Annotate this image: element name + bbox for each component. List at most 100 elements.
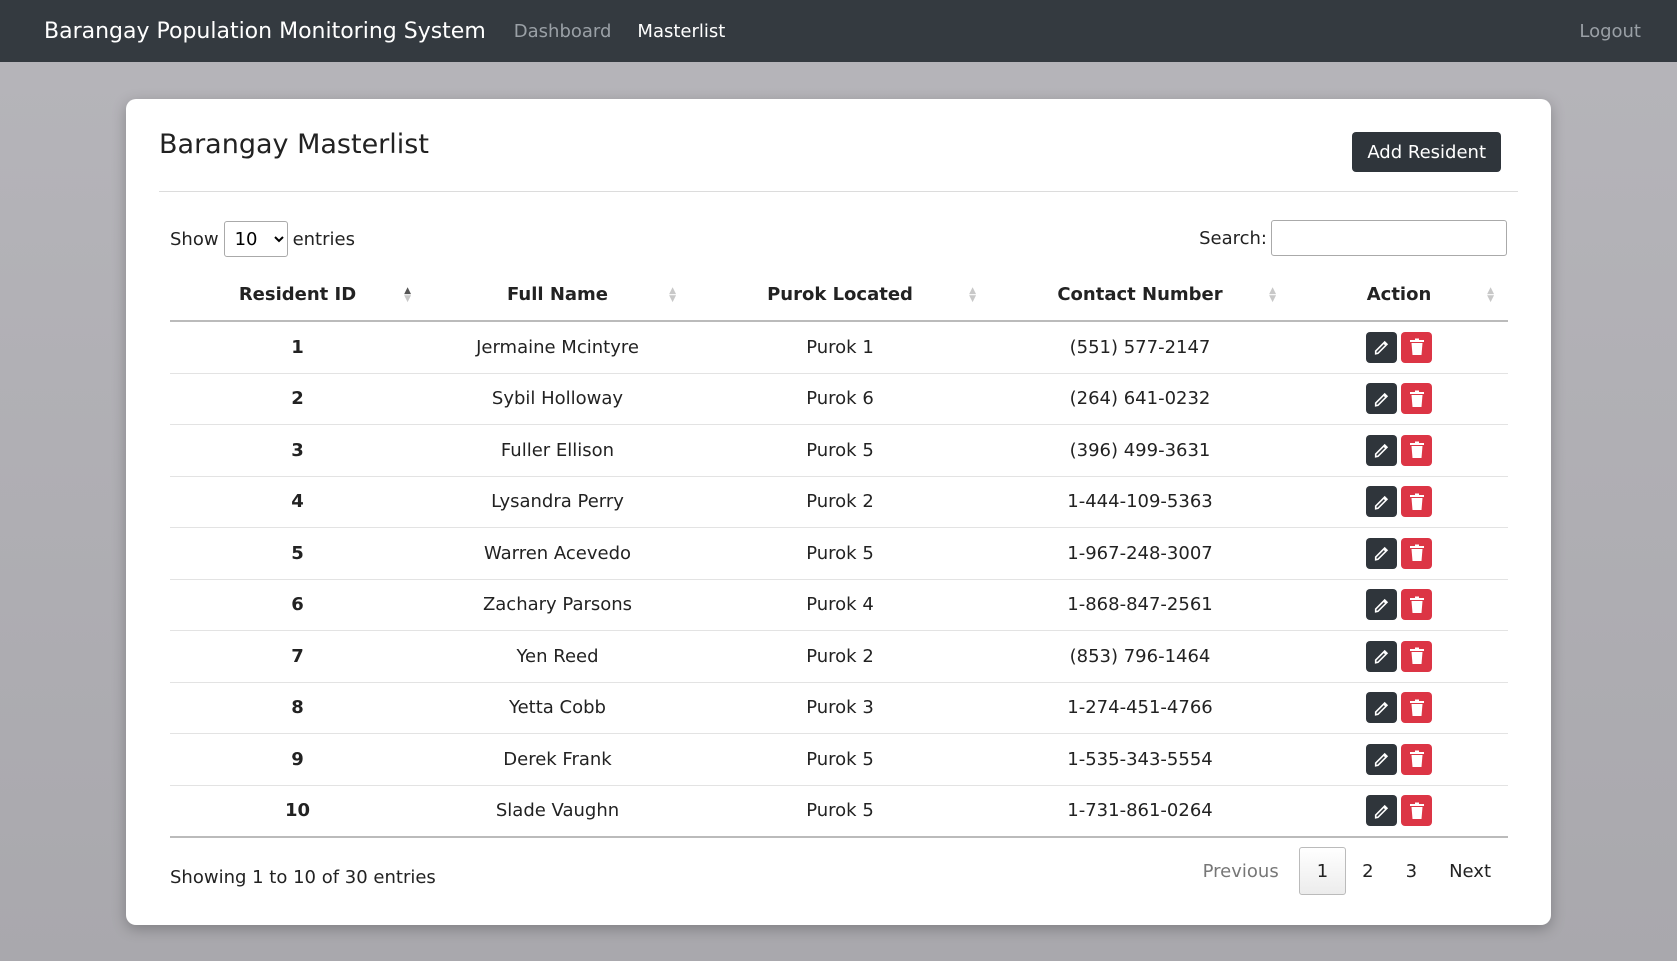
resident-id-cell: 3 [170,424,425,476]
delete-button[interactable] [1401,331,1432,363]
nav-dashboard[interactable]: Dashboard [514,21,612,42]
navbar: Barangay Population Monitoring System Da… [0,0,1677,62]
trash-icon [1409,750,1425,768]
col-contact[interactable]: Contact Number ▲ ▼ [990,269,1290,322]
purok-cell: Purok 5 [690,733,990,785]
pencil-icon [1373,544,1391,562]
edit-button[interactable] [1366,434,1397,466]
brand[interactable]: Barangay Population Monitoring System [44,19,486,44]
col-resident-id[interactable]: Resident ID ▲ ▼ [170,269,425,322]
contact-cell: 1-444-109-5363 [990,475,1290,528]
pagination: Previous 1 2 3 Next [1187,847,1507,895]
purok-cell: Purok 2 [690,630,990,682]
edit-button[interactable] [1366,589,1397,621]
logout-link[interactable]: Logout [1579,0,1641,62]
delete-button[interactable] [1401,383,1432,415]
full-name-cell: Sybil Holloway [425,372,690,425]
edit-button[interactable] [1366,640,1397,672]
full-name-cell: Fuller Ellison [425,424,690,476]
trash-icon [1409,544,1425,562]
delete-button[interactable] [1401,589,1432,621]
delete-button[interactable] [1401,692,1432,724]
page-2-button[interactable]: 2 [1346,848,1389,894]
purok-cell: Purok 2 [690,475,990,528]
contact-cell: 1-274-451-4766 [990,681,1290,734]
action-cell [1290,321,1508,373]
pencil-icon [1373,802,1391,820]
add-resident-button[interactable]: Add Resident [1352,132,1501,172]
edit-button[interactable] [1366,537,1397,569]
previous-button[interactable]: Previous [1187,848,1295,894]
trash-icon [1409,802,1425,820]
pencil-icon [1373,493,1391,511]
table-row: 6 Zachary Parsons Purok 4 1-868-847-2561 [170,578,1508,631]
resident-id-cell: 7 [170,630,425,682]
show-label: Show [170,228,219,250]
edit-button[interactable] [1366,383,1397,415]
col-full-name[interactable]: Full Name ▲ ▼ [425,269,690,322]
contact-cell: 1-868-847-2561 [990,578,1290,631]
action-cell [1290,681,1508,734]
delete-button[interactable] [1401,434,1432,466]
delete-button[interactable] [1401,743,1432,775]
col-action[interactable]: Action ▲ ▼ [1290,269,1508,322]
edit-button[interactable] [1366,331,1397,363]
pencil-icon [1373,441,1391,459]
resident-id-cell: 6 [170,578,425,631]
sort-icon: ▲ ▼ [1269,285,1276,304]
pencil-icon [1373,647,1391,665]
purok-cell: Purok 6 [690,372,990,425]
search-label: Search: [1199,227,1267,249]
action-cell [1290,527,1508,579]
trash-icon [1409,647,1425,665]
full-name-cell: Derek Frank [425,733,690,785]
entries-select[interactable]: 10 [223,221,288,257]
delete-button[interactable] [1401,486,1432,518]
table-row: 10 Slade Vaughn Purok 5 1-731-861-0264 [170,784,1508,838]
nav-masterlist[interactable]: Masterlist [637,21,725,42]
resident-id-cell: 5 [170,527,425,579]
purok-cell: Purok 5 [690,527,990,579]
residents-table: Resident ID ▲ ▼ Full Name ▲ ▼ Purok Located ▲… [170,269,1508,838]
masterlist-card: Barangay Masterlist Add Resident Show 10… [126,99,1551,925]
edit-button[interactable] [1366,486,1397,518]
full-name-cell: Slade Vaughn [425,784,690,838]
edit-button[interactable] [1366,795,1397,827]
col-purok[interactable]: Purok Located ▲ ▼ [690,269,990,322]
action-cell [1290,630,1508,682]
edit-button[interactable] [1366,743,1397,775]
trash-icon [1409,493,1425,511]
next-button[interactable]: Next [1433,848,1507,894]
table-row: 9 Derek Frank Purok 5 1-535-343-5554 [170,733,1508,785]
resident-id-cell: 9 [170,733,425,785]
resident-id-cell: 2 [170,372,425,425]
edit-button[interactable] [1366,692,1397,724]
purok-cell: Purok 5 [690,424,990,476]
trash-icon [1409,699,1425,717]
page-1-button[interactable]: 1 [1298,847,1347,895]
contact-cell: 1-535-343-5554 [990,733,1290,785]
contact-cell: (853) 796-1464 [990,630,1290,682]
resident-id-cell: 1 [291,336,304,358]
table-header-row: Resident ID ▲ ▼ Full Name ▲ ▼ Purok Located ▲… [170,269,1508,322]
table-row: 7 Yen Reed Purok 2 (853) 796-1464 [170,630,1508,682]
contact-cell: (551) 577-2147 [1069,336,1211,358]
sort-icon: ▲ ▼ [969,285,976,304]
resident-id-cell: 8 [170,681,425,734]
delete-button[interactable] [1401,795,1432,827]
full-name-cell: Zachary Parsons [425,578,690,631]
page-3-button[interactable]: 3 [1390,848,1433,894]
delete-button[interactable] [1401,640,1432,672]
delete-button[interactable] [1401,537,1432,569]
pencil-icon [1373,699,1391,717]
purok-cell: Purok 5 [690,784,990,838]
pencil-icon [1373,596,1391,614]
resident-id-cell: 4 [170,475,425,528]
sort-asc-icon: ▲ ▼ [404,285,411,304]
table-row: 1 Jermaine Mcintyre Purok 1 (551) 577-2147 [170,321,1508,373]
table-row: 2 Sybil Holloway Purok 6 (264) 641-0232 [170,372,1508,425]
pencil-icon [1373,338,1391,356]
search-input[interactable] [1271,220,1507,256]
action-cell [1290,475,1508,528]
action-cell [1290,372,1508,425]
